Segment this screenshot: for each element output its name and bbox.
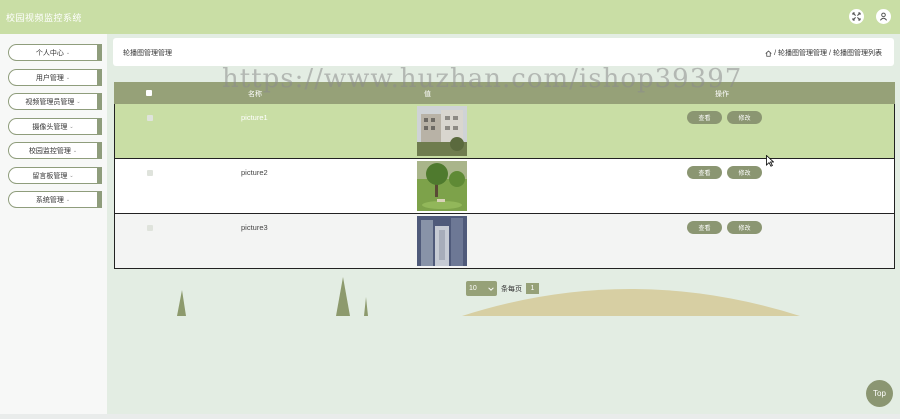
- chevron-down-icon: ⌄: [65, 49, 71, 56]
- breadcrumb-item[interactable]: 轮播图管理管理: [778, 48, 827, 58]
- sidebar-item-label: 视频管理员管理: [25, 98, 75, 106]
- row-checkbox[interactable]: [147, 170, 153, 176]
- chevron-down-icon: ⌄: [69, 123, 74, 130]
- sidebar-item-label: 个人中心: [35, 49, 64, 57]
- header-bar: 校园视频监控系统: [0, 0, 900, 34]
- chevron-down-icon: ⌄: [69, 172, 74, 179]
- chevron-down-icon: ⌄: [65, 196, 71, 203]
- user-button[interactable]: [876, 9, 891, 24]
- sidebar-item-label: 摄像头管理: [32, 123, 68, 131]
- watermark: https://www.huzhan.com/ishop39397: [222, 64, 743, 94]
- per-page-label: 条每页: [501, 285, 522, 293]
- home-icon[interactable]: [765, 50, 772, 57]
- sidebar-item-video-admin-management[interactable]: 视频管理员管理 ⌄: [8, 93, 102, 110]
- table-row[interactable]: picture3 查看 修改: [114, 214, 895, 269]
- view-button[interactable]: 查看: [687, 166, 722, 179]
- bottom-scrollbar[interactable]: [0, 414, 900, 419]
- row-name: picture1: [241, 113, 268, 122]
- breadcrumb: / 轮播图管理管理 / 轮播图管理列表: [765, 48, 882, 58]
- sidebar-item-user-management[interactable]: 用户管理 ⌄: [8, 69, 102, 86]
- sidebar-item-personal-center[interactable]: 个人中心 ⌄: [8, 44, 102, 61]
- user-icon: [879, 12, 888, 21]
- view-button[interactable]: 查看: [687, 111, 722, 124]
- row-actions: 查看 修改: [687, 111, 762, 124]
- page-title: 轮播图管理管理: [123, 50, 172, 57]
- row-checkbox[interactable]: [147, 115, 153, 121]
- chevron-down-icon: ⌄: [76, 98, 81, 105]
- sidebar-item-label: 留言板管理: [32, 172, 68, 180]
- chevron-down-icon: ⌄: [72, 147, 78, 154]
- building-photo: [417, 106, 467, 156]
- back-to-top-button[interactable]: Top: [866, 380, 893, 407]
- sidebar-item-label: 校园监控管理: [28, 147, 71, 155]
- tower-photo: [417, 216, 467, 266]
- sidebar-item-label: 系统管理: [35, 196, 64, 204]
- sidebar-item-label: 用户管理: [35, 74, 64, 82]
- breadcrumb-item: 轮播图管理列表: [833, 50, 882, 57]
- breadcrumb-separator: /: [829, 49, 831, 57]
- garden-photo: [417, 161, 467, 211]
- chevron-down-icon: [488, 286, 494, 291]
- row-thumbnail: [417, 161, 467, 211]
- select-all-checkbox[interactable]: [146, 90, 152, 96]
- fullscreen-icon: [852, 12, 861, 21]
- row-thumbnail: [417, 216, 467, 266]
- row-actions: 查看 修改: [687, 166, 762, 179]
- chevron-down-icon: ⌄: [65, 74, 71, 81]
- row-actions: 查看 修改: [687, 221, 762, 234]
- mouse-cursor-icon: [766, 155, 774, 167]
- edit-button[interactable]: 修改: [727, 221, 762, 234]
- page-size-value: 10: [469, 285, 477, 292]
- page-number-current[interactable]: 1: [526, 283, 539, 294]
- breadcrumb-separator: /: [774, 49, 777, 57]
- edit-button[interactable]: 修改: [727, 111, 762, 124]
- sidebar-item-message-board[interactable]: 留言板管理 ⌄: [8, 167, 102, 184]
- row-checkbox[interactable]: [147, 225, 153, 231]
- sidebar: 个人中心 ⌄ 用户管理 ⌄ 视频管理员管理 ⌄ 摄像头管理 ⌄ 校园监控管理 ⌄ 留言板管…: [0, 34, 107, 419]
- row-thumbnail: [417, 106, 467, 156]
- view-button[interactable]: 查看: [687, 221, 722, 234]
- fullscreen-button[interactable]: [849, 9, 864, 24]
- table-row[interactable]: picture2 查看 修改: [114, 159, 895, 214]
- row-name: picture2: [241, 168, 268, 177]
- table-row[interactable]: picture1 查看 修改: [114, 104, 895, 159]
- pagination: 10 条每页 1: [466, 281, 539, 296]
- edit-button[interactable]: 修改: [727, 166, 762, 179]
- carousel-table: 名称 值 操作 picture1 查看 修改 picture2 查看 修改 pi…: [114, 82, 895, 269]
- sidebar-item-camera-management[interactable]: 摄像头管理 ⌄: [8, 118, 102, 135]
- sidebar-item-system-management[interactable]: 系统管理 ⌄: [8, 191, 102, 208]
- page-size-select[interactable]: 10: [466, 281, 497, 296]
- row-name: picture3: [241, 223, 268, 232]
- app-title: 校园视频监控系统: [6, 13, 83, 23]
- sidebar-item-campus-monitoring[interactable]: 校园监控管理 ⌄: [8, 142, 102, 159]
- page-title-bar: 轮播图管理管理 / 轮播图管理管理 / 轮播图管理列表: [113, 38, 894, 66]
